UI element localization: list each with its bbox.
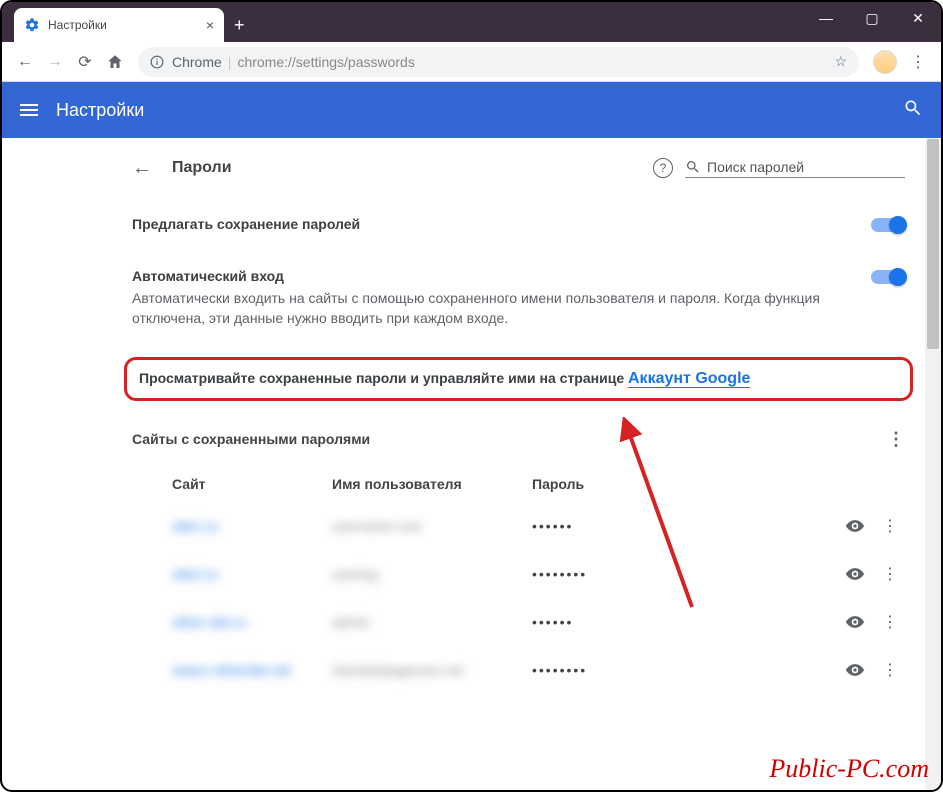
gear-icon [24,17,40,33]
bookmark-star-icon[interactable]: ☆ [834,53,847,70]
row-more-icon[interactable]: ⋮ [875,660,905,680]
settings-title: Настройки [56,100,144,121]
url-origin: Chrome [172,54,222,70]
cell-site[interactable]: site2.ru [132,566,332,582]
show-password-icon[interactable] [835,612,875,632]
auto-signin-desc: Автоматически входить на сайты с помощью… [132,288,871,329]
window-controls: — ▢ ✕ [803,2,941,34]
cell-user: standartpageuser.net [332,662,532,678]
reload-button[interactable]: ⟳ [70,47,100,77]
back-arrow-icon[interactable]: ← [132,157,152,180]
url-path: chrome://settings/passwords [237,54,414,70]
row-more-icon[interactable]: ⋮ [875,612,905,632]
titlebar: Настройки × + — ▢ ✕ [2,2,941,42]
col-site-header: Сайт [132,476,332,492]
cell-user: admin [332,614,532,630]
passwords-table: Сайт Имя пользователя Пароль site1.ru us… [132,466,905,694]
table-row: anacc-othersite.net standartpageuser.net… [132,646,905,694]
new-tab-button[interactable]: + [234,15,245,36]
search-placeholder: Поиск паролей [707,159,804,175]
cell-pass: •••••• [532,614,835,630]
row-more-icon[interactable]: ⋮ [875,564,905,584]
search-icon [685,159,701,175]
forward-button: → [40,47,70,77]
col-user-header: Имя пользователя [332,476,532,492]
table-row: site1.ru username one •••••• ⋮ [132,502,905,550]
row-more-icon[interactable]: ⋮ [875,516,905,536]
table-row: site2.ru userlog •••••••• ⋮ [132,550,905,598]
hamburger-icon[interactable] [20,104,38,116]
home-icon [106,53,124,71]
offer-save-row: Предлагать сохранение паролей [132,198,905,250]
auto-signin-label: Автоматический вход [132,268,871,284]
cell-site[interactable]: anacc-othersite.net [132,662,332,678]
home-button[interactable] [100,47,130,77]
scrollbar-thumb[interactable] [927,139,939,349]
offer-save-toggle[interactable] [871,218,905,232]
show-password-icon[interactable] [835,516,875,536]
header-search-icon[interactable] [903,98,923,123]
settings-header: Настройки [2,82,941,138]
password-search-input[interactable]: Поиск паролей [685,159,905,178]
show-password-icon[interactable] [835,660,875,680]
col-pass-header: Пароль [532,476,905,492]
auto-signin-toggle[interactable] [871,270,905,284]
cell-pass: •••••••• [532,662,835,678]
maximize-button[interactable]: ▢ [849,2,895,34]
window-frame: Настройки × + — ▢ ✕ ← → ⟳ Chrome | chrom… [0,0,943,792]
google-account-link[interactable]: Аккаунт Google [628,370,750,388]
section-title: Пароли [172,159,232,177]
tab-title: Настройки [48,18,107,32]
cell-pass: •••••• [532,518,835,534]
minimize-button[interactable]: — [803,2,849,34]
highlight-text: Просматривайте сохраненные пароли и упра… [139,370,628,386]
help-icon[interactable]: ? [653,158,673,178]
close-window-button[interactable]: ✕ [895,2,941,34]
cell-user: userlog [332,566,532,582]
scrollbar[interactable]: ▴ [925,138,941,790]
settings-content: ← Пароли ? Поиск паролей Предлагать сохр… [2,138,925,790]
show-password-icon[interactable] [835,564,875,584]
auto-signin-row: Автоматический вход Автоматически входит… [132,250,905,347]
saved-sites-title: Сайты с сохраненными паролями [132,431,370,447]
cell-user: username one [332,518,532,534]
cell-pass: •••••••• [532,566,835,582]
omnibox[interactable]: Chrome | chrome://settings/passwords ☆ [138,47,859,77]
table-row: other-site.ru admin •••••• ⋮ [132,598,905,646]
highlight-box: Просматривайте сохраненные пароли и упра… [124,357,913,401]
saved-sites-more-icon[interactable]: ⋮ [887,429,905,450]
close-tab-icon[interactable]: × [206,17,214,33]
avatar[interactable] [873,50,897,74]
cell-site[interactable]: other-site.ru [132,614,332,630]
browser-tab[interactable]: Настройки × [14,8,224,42]
info-icon [150,55,164,69]
browser-menu-button[interactable]: ⋮ [903,47,933,77]
cell-site[interactable]: site1.ru [132,518,332,534]
address-bar: ← → ⟳ Chrome | chrome://settings/passwor… [2,42,941,82]
offer-save-label: Предлагать сохранение паролей [132,216,871,232]
back-button[interactable]: ← [10,47,40,77]
